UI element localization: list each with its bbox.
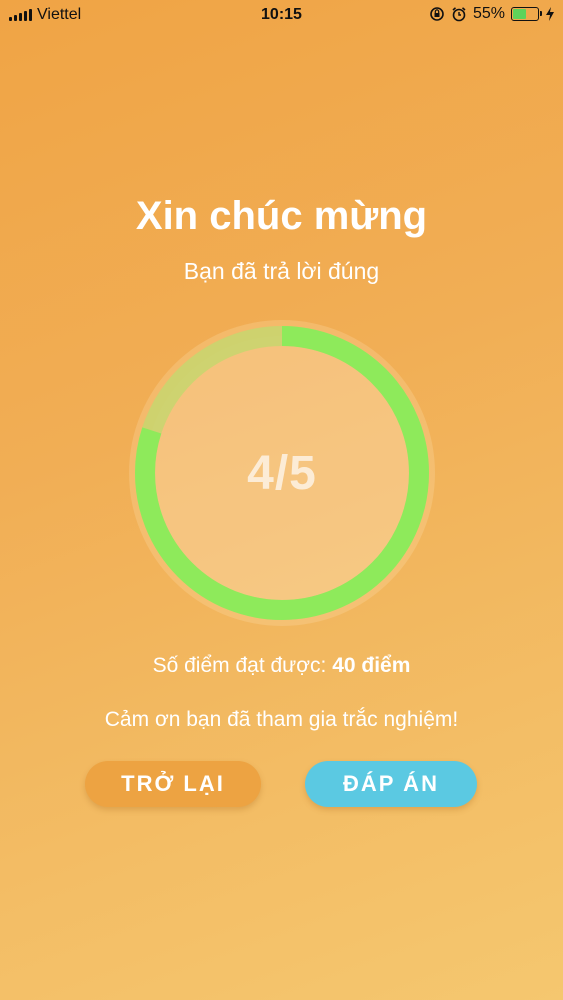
battery-icon [511, 7, 542, 21]
thanks-message: Cảm ơn bạn đã tham gia trắc nghiệm! [104, 708, 459, 731]
orientation-lock-icon [430, 7, 444, 21]
back-button-label: TRỞ LẠI [121, 771, 225, 796]
answer-button-label: ĐÁP ÁN [343, 771, 439, 796]
alarm-icon [452, 7, 466, 22]
charging-icon [546, 7, 554, 21]
score-ring: 4/5 [126, 317, 438, 629]
points-label: Số điểm đạt được: [152, 654, 327, 677]
answer-button[interactable]: ĐÁP ÁN [305, 761, 477, 807]
points-line: Số điểm đạt được: 40 điểm [0, 654, 563, 678]
status-bar: Viettel 10:15 55% [0, 0, 563, 30]
back-button[interactable]: TRỞ LẠI [85, 761, 261, 807]
score-fraction: 4/5 [247, 446, 317, 500]
points-value: 40 điểm [332, 654, 411, 677]
battery-percent: 55% [472, 5, 505, 22]
status-right: 55% [429, 5, 555, 23]
congrats-title: Xin chúc mừng [135, 194, 428, 238]
battery-fill [513, 9, 526, 19]
result-subtitle: Bạn đã trả lời đúng [183, 258, 380, 284]
